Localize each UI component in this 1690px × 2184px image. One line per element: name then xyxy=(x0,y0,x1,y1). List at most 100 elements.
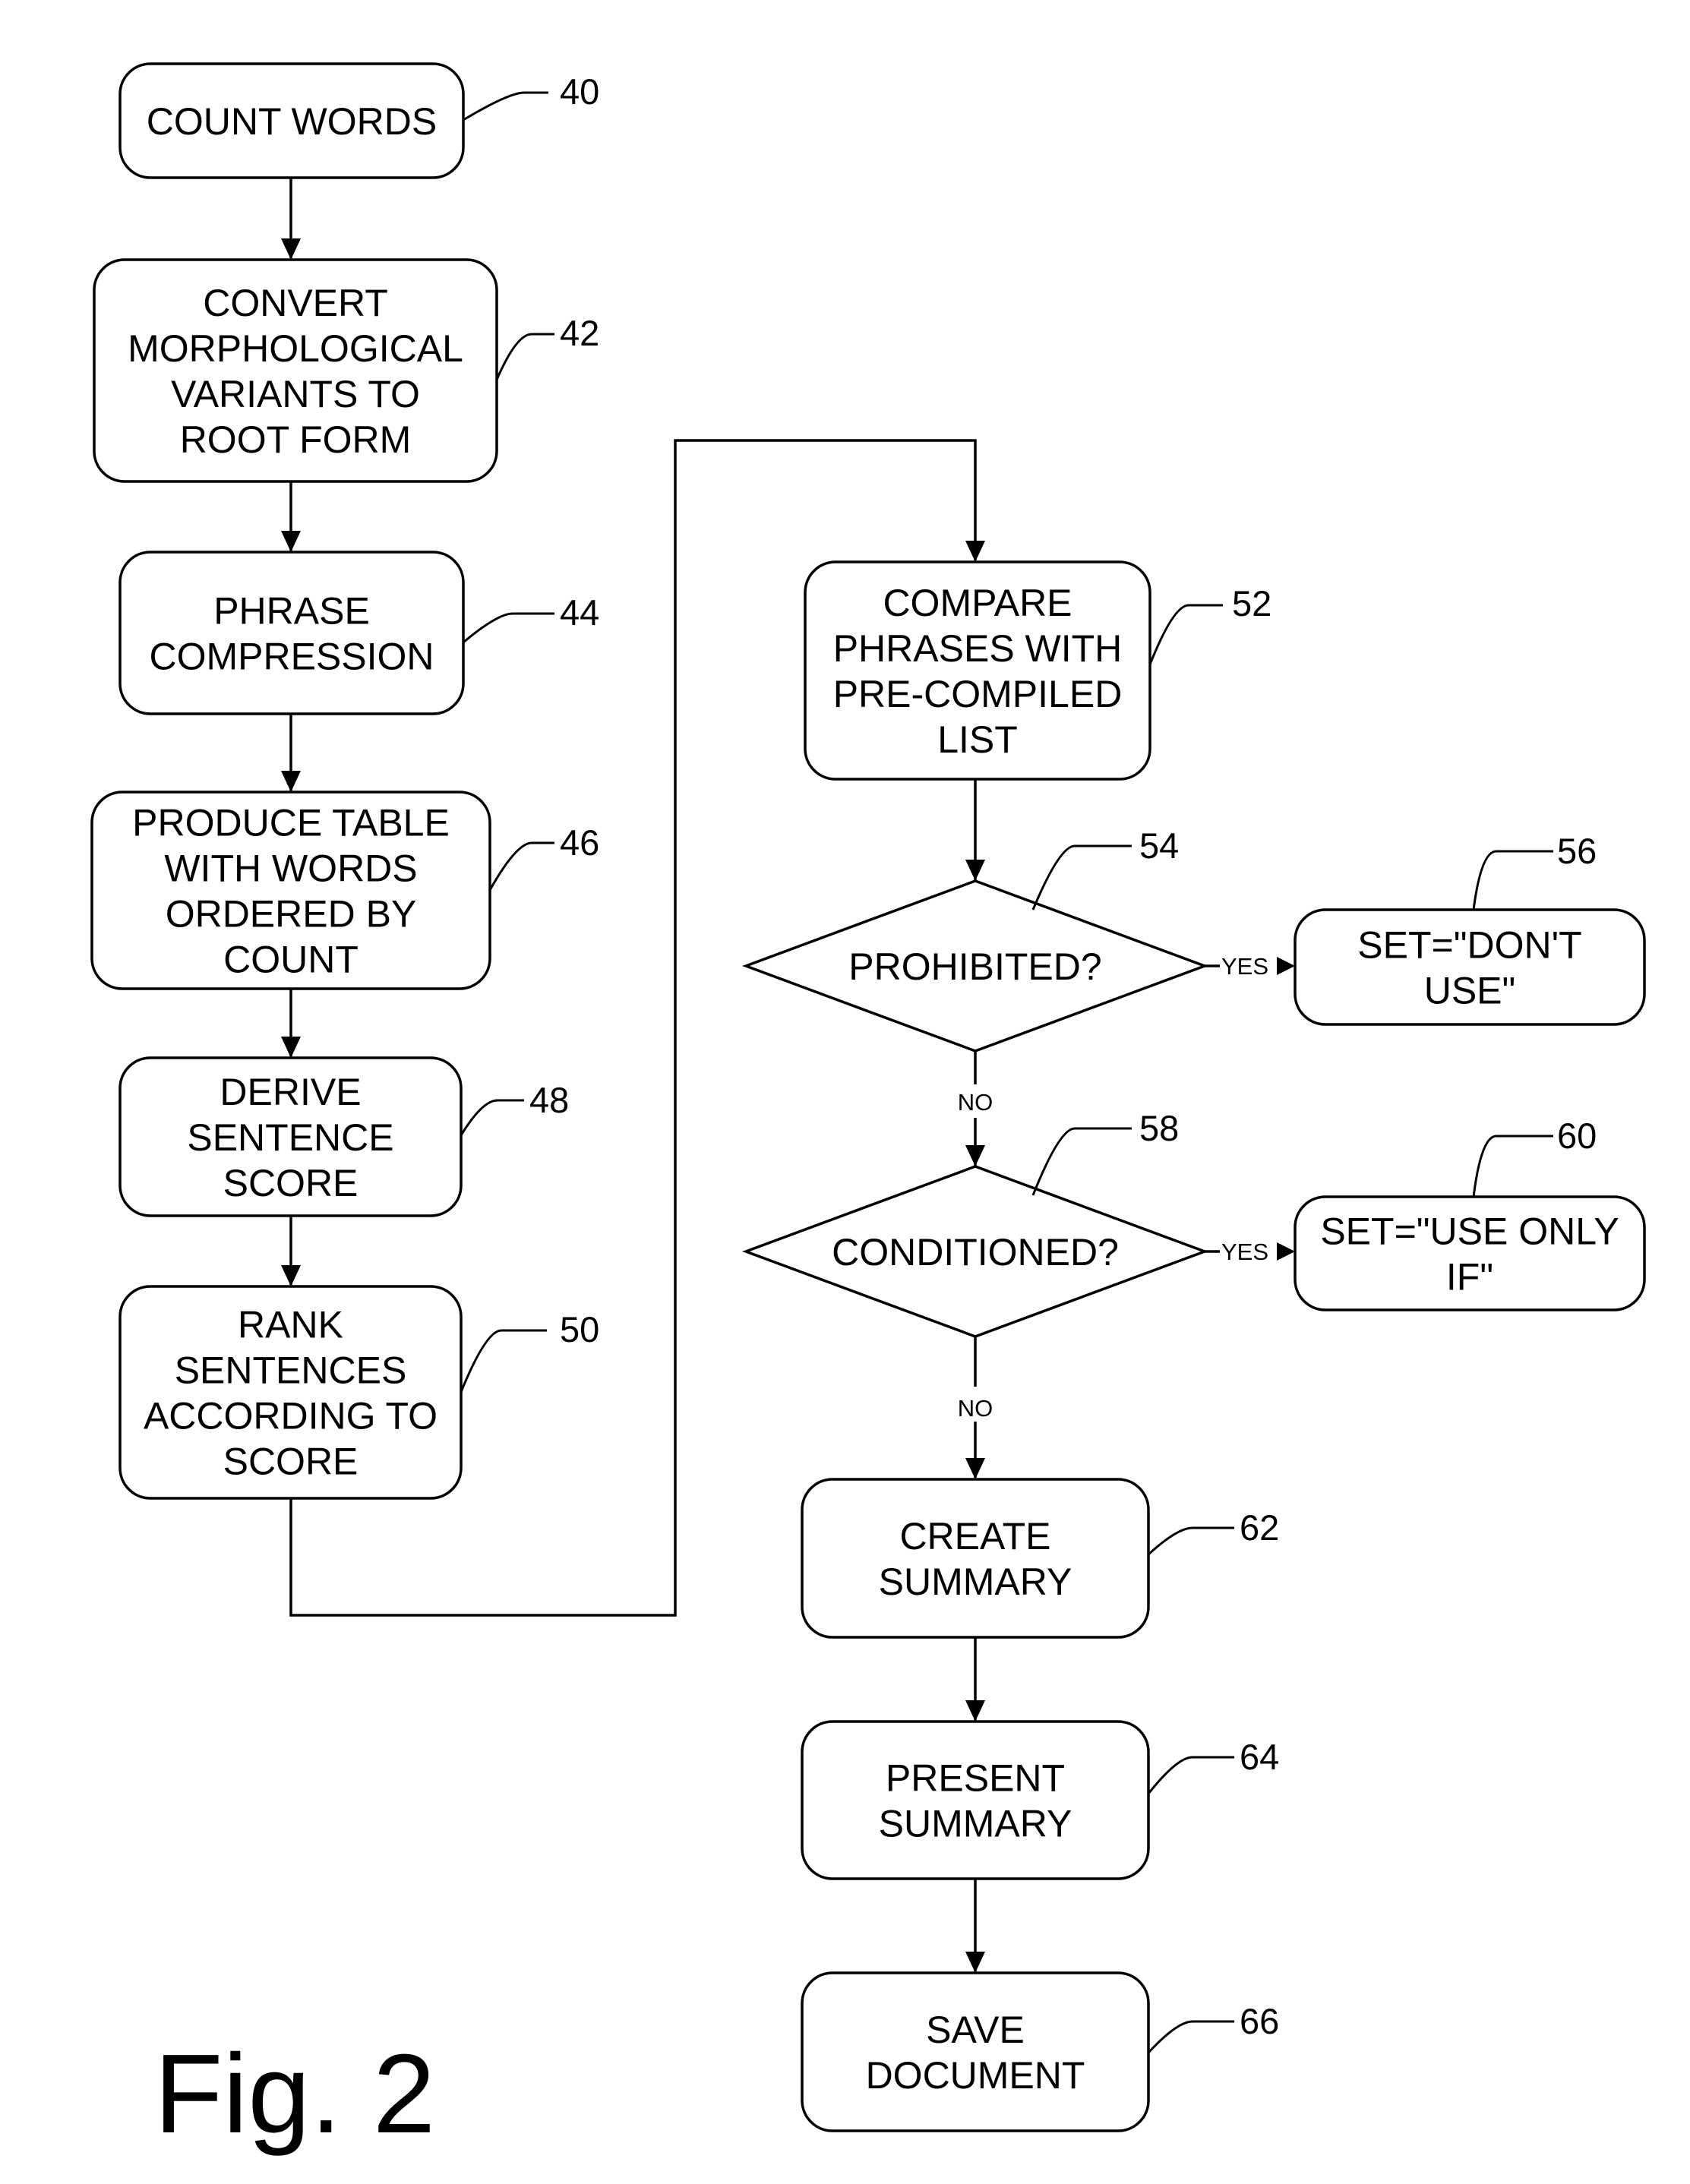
step-text-line: CREATE xyxy=(899,1515,1050,1558)
step-66: SAVEDOCUMENT xyxy=(801,1971,1150,2132)
flowchart-nodes: COUNT WORDS CONVERTMORPHOLOGICALVARIANTS … xyxy=(90,62,1646,2132)
leader-line xyxy=(463,612,554,644)
step-text-line: COUNT xyxy=(223,939,359,981)
step-text-line: SET="DON'T xyxy=(1357,924,1581,967)
process-box xyxy=(801,1720,1150,1880)
arrow-right-icon xyxy=(1277,1242,1295,1261)
step-text-line: WITH WORDS xyxy=(164,847,417,890)
step-text-line: PHRASES WITH xyxy=(833,627,1123,670)
branch-label: YES xyxy=(1221,1239,1268,1265)
arrow-down-icon xyxy=(281,1037,301,1058)
decision-54: PROHIBITED? xyxy=(741,879,1209,1053)
reference-numeral: 42 xyxy=(560,313,599,353)
step-52: COMPAREPHRASES WITHPRE-COMPILEDLIST xyxy=(804,560,1151,781)
step-text-line: SAVE xyxy=(926,2009,1025,2051)
branch-label: YES xyxy=(1221,953,1268,980)
leader-line xyxy=(463,91,548,122)
step-text-line: RANK xyxy=(238,1304,343,1346)
step-40: COUNT WORDS xyxy=(118,62,465,179)
step-text-line: SET="USE ONLY xyxy=(1320,1210,1619,1253)
step-50: RANKSENTENCESACCORDING TOSCORE xyxy=(118,1285,463,1500)
leader-line xyxy=(1147,1526,1234,1556)
leader-line xyxy=(460,1099,524,1136)
branch-label: NO xyxy=(958,1395,993,1422)
arrow-right-icon xyxy=(1277,957,1295,975)
process-box xyxy=(801,1971,1150,2132)
step-text-line: COMPRESSION xyxy=(149,636,434,678)
reference-numeral: 44 xyxy=(560,592,599,633)
reference-numeral: 56 xyxy=(1557,831,1597,871)
reference-numeral: 50 xyxy=(560,1309,599,1349)
arrow-down-icon xyxy=(281,1265,301,1286)
process-box xyxy=(801,1478,1150,1639)
step-text-line: CONVERT xyxy=(203,282,388,324)
decision-58: CONDITIONED? xyxy=(741,1165,1209,1338)
leader-line xyxy=(1147,2020,1234,2054)
step-text-line: SCORE xyxy=(223,1162,359,1204)
figure-label: Fig. 2 xyxy=(154,2031,435,2157)
step-text-line: MORPHOLOGICAL xyxy=(128,327,463,370)
reference-numeral: 66 xyxy=(1240,2001,1279,2041)
step-text-line: PRODUCE TABLE xyxy=(132,802,450,844)
step-text-line: VARIANTS TO xyxy=(171,373,420,415)
reference-numeral: 40 xyxy=(560,71,599,112)
leader-line xyxy=(488,841,554,891)
step-text-line: CONDITIONED? xyxy=(832,1231,1119,1273)
step-text-line: USE" xyxy=(1424,970,1516,1012)
step-text-line: PRE-COMPILED xyxy=(833,673,1123,715)
arrow-down-icon xyxy=(965,541,985,562)
reference-numeral: 64 xyxy=(1240,1737,1279,1777)
leader-line xyxy=(1031,1127,1132,1196)
step-48: DERIVESENTENCESCORE xyxy=(118,1056,463,1217)
leader-line xyxy=(1472,1135,1553,1198)
step-text-line: PRESENT xyxy=(886,1757,1065,1800)
step-text-line: SENTENCE xyxy=(187,1116,393,1159)
leader-line xyxy=(1031,844,1132,911)
arrow-down-icon xyxy=(965,860,985,881)
leader-line xyxy=(1472,850,1553,911)
step-42: CONVERTMORPHOLOGICALVARIANTS TOROOT FORM xyxy=(93,258,498,483)
arrow-down-icon xyxy=(965,1145,985,1166)
leader-line xyxy=(1148,604,1223,665)
step-text-line: IF" xyxy=(1446,1256,1493,1299)
step-62: CREATESUMMARY xyxy=(801,1478,1150,1639)
reference-numeral: 48 xyxy=(529,1080,569,1120)
step-text-line: PHRASE xyxy=(213,590,370,633)
leader-line xyxy=(1147,1756,1234,1794)
arrow-down-icon xyxy=(965,1952,985,1973)
step-text-line: LIST xyxy=(937,718,1018,761)
reference-numeral: 62 xyxy=(1240,1507,1279,1548)
arrow-down-icon xyxy=(281,238,301,260)
leader-line xyxy=(495,333,554,380)
step-text-line: SCORE xyxy=(223,1441,359,1483)
arrow-down-icon xyxy=(281,771,301,792)
reference-numeral: 46 xyxy=(560,822,599,863)
step-text-line: PROHIBITED? xyxy=(848,945,1101,988)
arrow-down-icon xyxy=(281,531,301,552)
arrow-down-icon xyxy=(965,1700,985,1722)
reference-numeral: 58 xyxy=(1139,1108,1179,1148)
reference-numeral: 54 xyxy=(1139,825,1179,866)
flowchart-figure: YES NO YES NO COUNT WORDS CONVERTMORPHOLOGIC… xyxy=(90,62,1646,2157)
step-56: SET="DON'TUSE" xyxy=(1294,908,1646,1026)
step-64: PRESENTSUMMARY xyxy=(801,1720,1150,1880)
step-44: PHRASECOMPRESSION xyxy=(118,551,465,715)
step-text-line: ACCORDING TO xyxy=(144,1395,438,1438)
step-text-line: SUMMARY xyxy=(879,1561,1072,1603)
step-text-line: DERIVE xyxy=(220,1071,361,1113)
step-46: PRODUCE TABLEWITH WORDSORDERED BYCOUNT xyxy=(90,791,491,990)
step-text-line: COUNT WORDS xyxy=(147,100,437,143)
step-text-line: SUMMARY xyxy=(879,1803,1072,1845)
step-text-line: COMPARE xyxy=(883,582,1072,624)
step-60: SET="USE ONLYIF" xyxy=(1294,1195,1646,1311)
arrow-down-icon xyxy=(965,1458,985,1479)
leader-line xyxy=(460,1329,547,1393)
reference-numeral: 52 xyxy=(1232,583,1271,623)
step-text-line: DOCUMENT xyxy=(866,2054,1085,2097)
step-text-line: ORDERED BY xyxy=(166,893,417,936)
step-text-line: SENTENCES xyxy=(175,1349,407,1392)
reference-numeral: 60 xyxy=(1557,1116,1597,1156)
step-text-line: ROOT FORM xyxy=(180,418,412,461)
process-box xyxy=(118,551,465,715)
branch-label: NO xyxy=(958,1089,993,1116)
